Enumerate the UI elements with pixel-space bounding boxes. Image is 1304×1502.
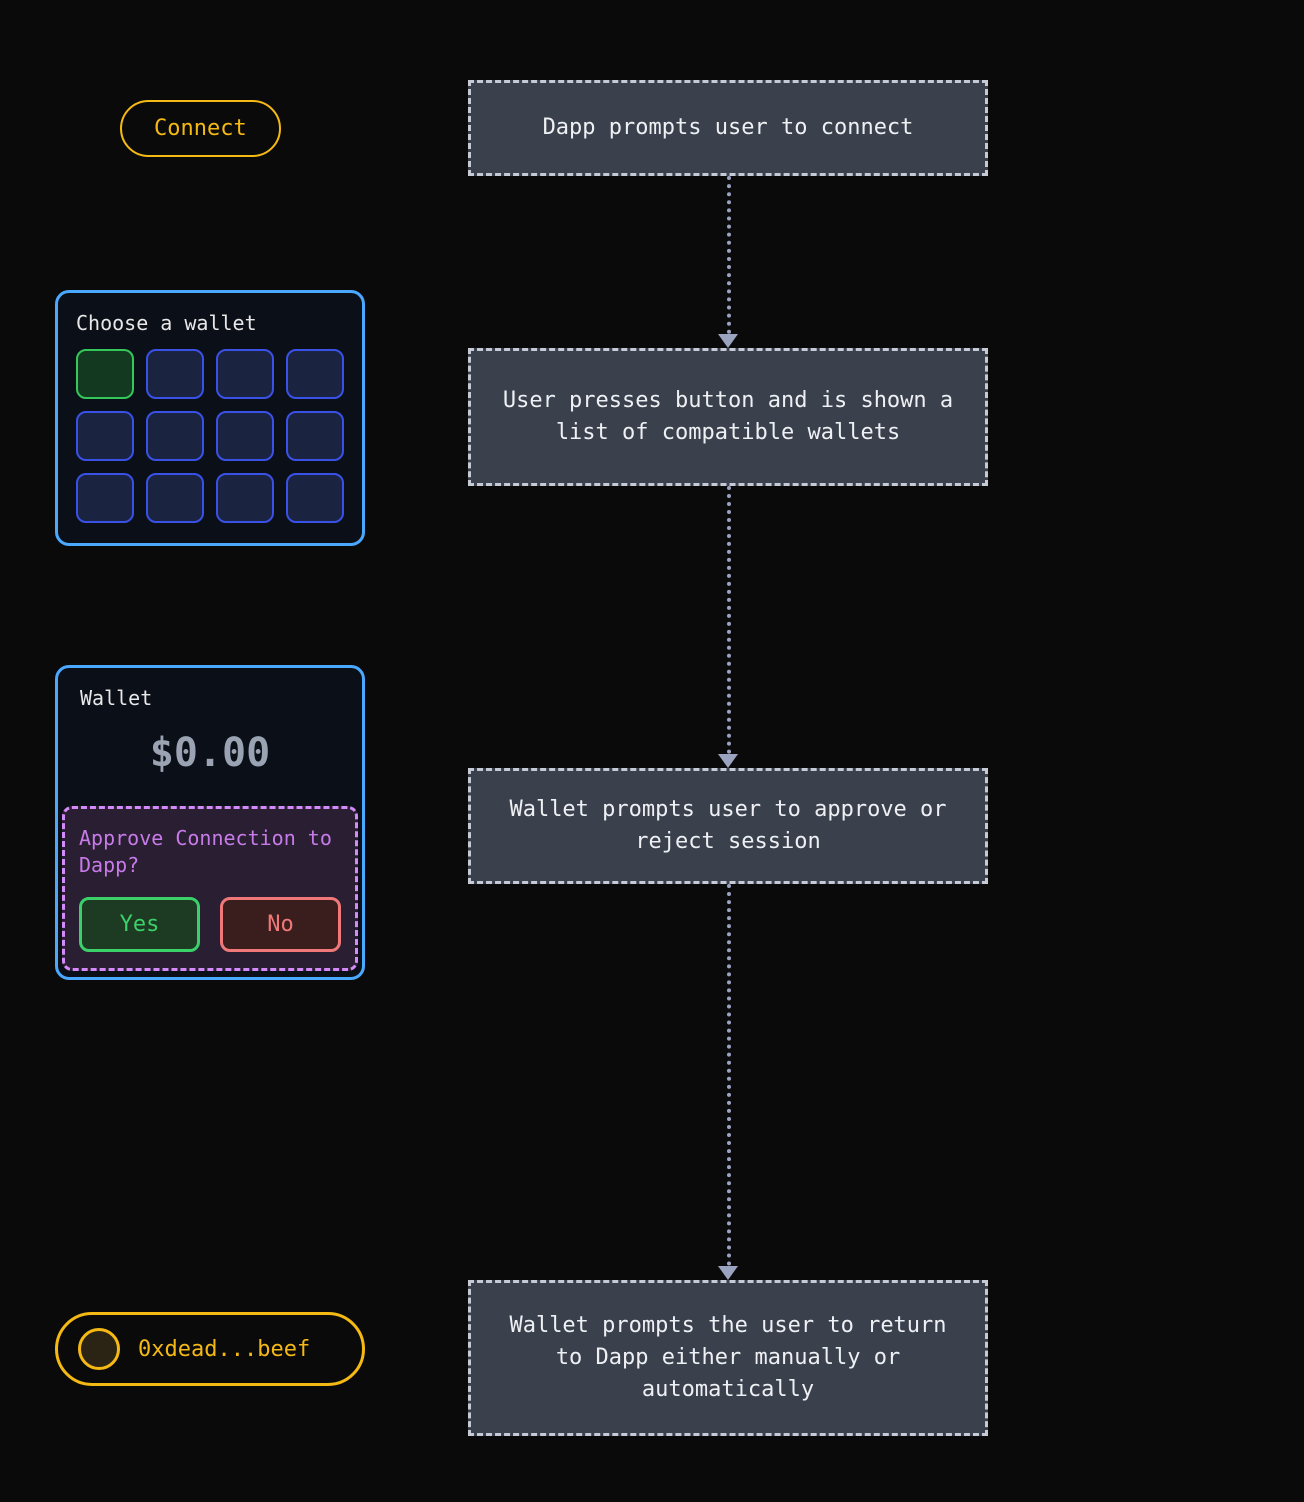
approve-yes-button[interactable]: Yes bbox=[79, 897, 200, 952]
chevron-down-icon bbox=[718, 754, 738, 768]
avatar-dot-icon bbox=[78, 1328, 120, 1370]
wallet-option[interactable] bbox=[216, 473, 274, 523]
flow-step-4-text: Wallet prompts the user to return to Dap… bbox=[497, 1310, 959, 1406]
approve-connection-prompt: Approve Connection to Dapp? Yes No bbox=[62, 806, 358, 971]
wallet-option[interactable] bbox=[216, 411, 274, 461]
wallet-card-title: Wallet bbox=[80, 686, 340, 710]
connected-address-text: 0xdead...beef bbox=[138, 1337, 310, 1362]
chevron-down-icon bbox=[718, 1266, 738, 1280]
wallet-card: Wallet $0.00 Approve Connection to Dapp?… bbox=[55, 665, 365, 980]
flow-step-2-text: User presses button and is shown a list … bbox=[497, 385, 959, 449]
wallet-option[interactable] bbox=[286, 349, 344, 399]
connect-button[interactable]: Connect bbox=[120, 100, 281, 157]
arrow-line bbox=[727, 486, 731, 754]
flow-step-4: Wallet prompts the user to return to Dap… bbox=[468, 1280, 988, 1436]
arrow-line bbox=[727, 884, 731, 1266]
wallet-grid bbox=[76, 349, 344, 523]
approve-question: Approve Connection to Dapp? bbox=[79, 825, 341, 879]
wallet-chooser-panel: Choose a wallet bbox=[55, 290, 365, 546]
flow-arrow-1 bbox=[724, 176, 732, 348]
wallet-option[interactable] bbox=[216, 349, 274, 399]
flow-arrow-2 bbox=[724, 486, 732, 768]
wallet-option-selected[interactable] bbox=[76, 349, 134, 399]
wallet-option[interactable] bbox=[286, 411, 344, 461]
wallet-option[interactable] bbox=[76, 473, 134, 523]
flow-step-3: Wallet prompts user to approve or reject… bbox=[468, 768, 988, 884]
flow-step-1-text: Dapp prompts user to connect bbox=[543, 112, 914, 144]
wallet-option[interactable] bbox=[76, 411, 134, 461]
wallet-option[interactable] bbox=[146, 411, 204, 461]
wallet-option[interactable] bbox=[146, 349, 204, 399]
arrow-line bbox=[727, 176, 731, 334]
connected-address-pill[interactable]: 0xdead...beef bbox=[55, 1312, 365, 1386]
flow-step-1: Dapp prompts user to connect bbox=[468, 80, 988, 176]
flow-step-3-text: Wallet prompts user to approve or reject… bbox=[497, 794, 959, 858]
wallet-option[interactable] bbox=[146, 473, 204, 523]
wallet-option[interactable] bbox=[286, 473, 344, 523]
flow-arrow-3 bbox=[724, 884, 732, 1280]
wallet-balance: $0.00 bbox=[80, 710, 340, 800]
approve-no-button[interactable]: No bbox=[220, 897, 341, 952]
flow-step-2: User presses button and is shown a list … bbox=[468, 348, 988, 486]
chevron-down-icon bbox=[718, 334, 738, 348]
wallet-chooser-title: Choose a wallet bbox=[76, 311, 344, 335]
